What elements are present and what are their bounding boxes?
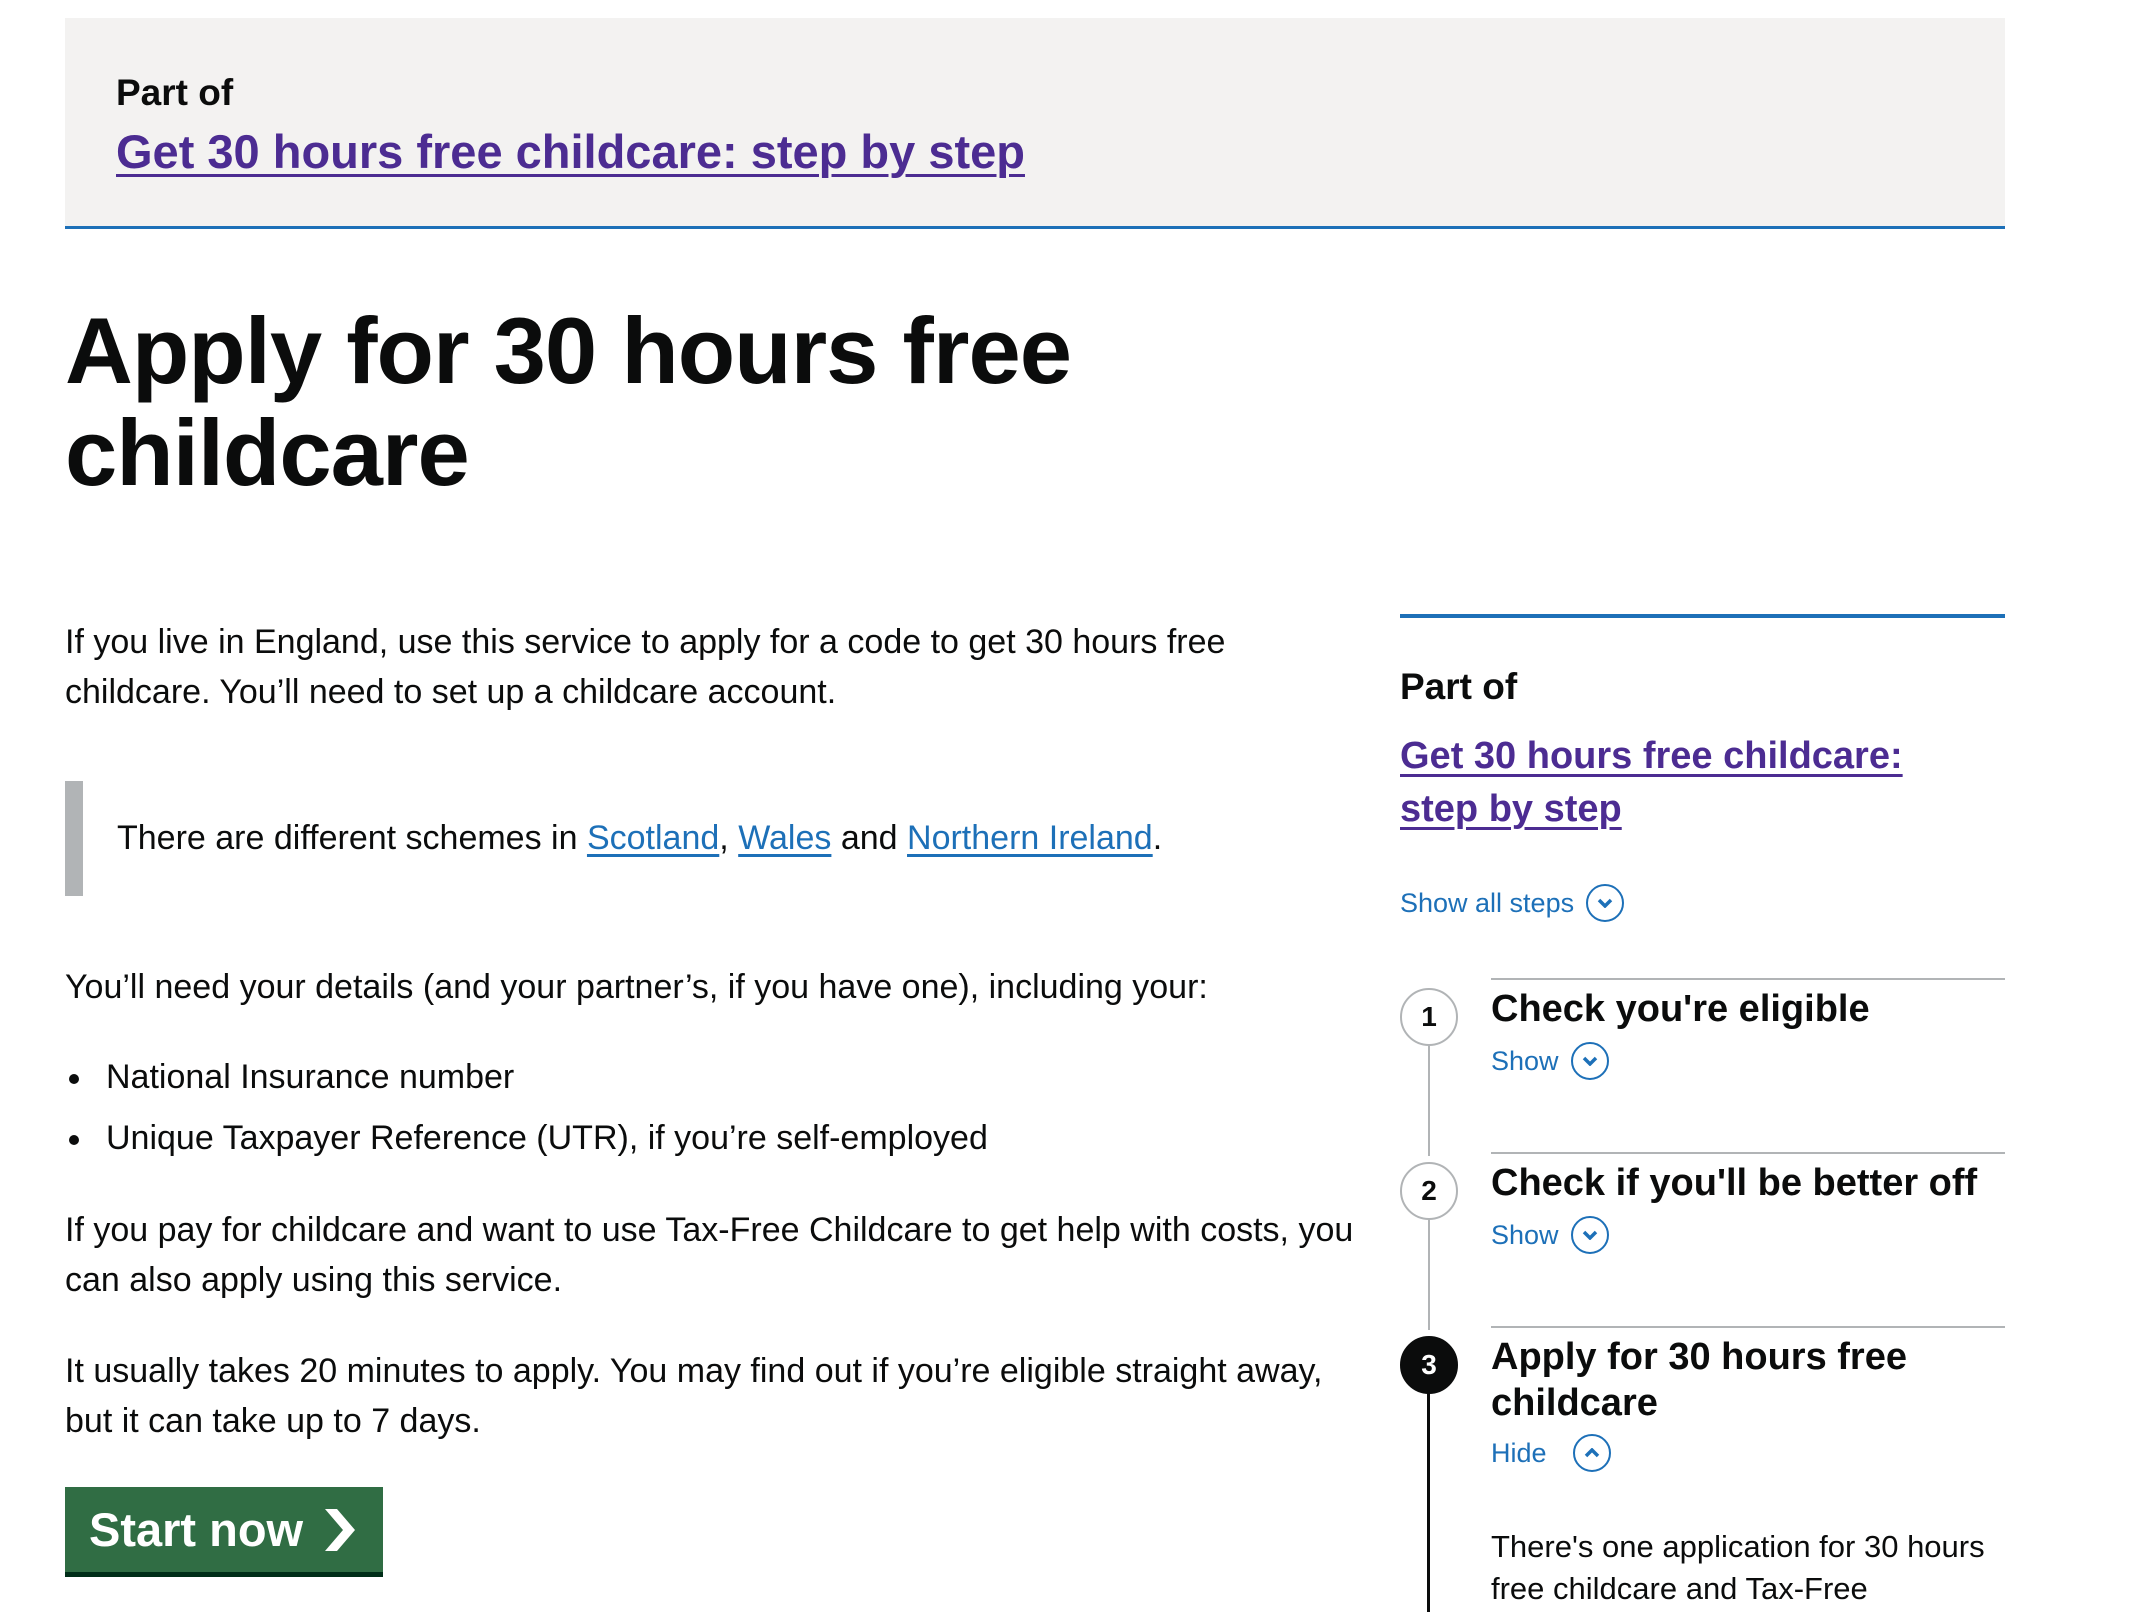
- step-divider: [1491, 1152, 2005, 1154]
- step-connector-line-active: [1427, 1392, 1430, 1612]
- step-toggle-label: Show: [1491, 1219, 1559, 1250]
- list-item: Unique Taxpayer Reference (UTR), if you’…: [65, 1113, 988, 1174]
- bullet-icon: [69, 1135, 79, 1145]
- show-all-steps-label: Show all steps: [1400, 887, 1575, 918]
- scotland-link[interactable]: Scotland: [587, 819, 719, 857]
- bullet-icon: [69, 1074, 79, 1084]
- timing-paragraph: It usually takes 20 minutes to apply. Yo…: [65, 1352, 1323, 1440]
- start-now-label: Start now: [89, 1503, 304, 1556]
- inset-suffix: .: [1152, 819, 1163, 857]
- details-list: National Insurance number Unique Taxpaye…: [65, 1052, 988, 1174]
- wales-link[interactable]: Wales: [738, 819, 831, 857]
- chevron-right-icon: [325, 1508, 356, 1551]
- northern-ireland-link[interactable]: Northern Ireland: [907, 819, 1153, 857]
- tax-free-paragraph: If you pay for childcare and want to use…: [65, 1211, 1354, 1299]
- list-item-text: Unique Taxpayer Reference (UTR), if you’…: [106, 1119, 988, 1157]
- step-3-description: There's one application for 30 hours fre…: [1491, 1529, 1985, 1606]
- banner-step-by-step-link[interactable]: Get 30 hours free childcare: step by ste…: [116, 124, 1025, 179]
- step-toggle-label: Show: [1491, 1045, 1559, 1076]
- chevron-up-icon: [1572, 1434, 1611, 1472]
- sidebar-part-of-label: Part of: [1400, 666, 1518, 707]
- chevron-down-icon: [1570, 1216, 1609, 1254]
- list-item-text: National Insurance number: [106, 1058, 515, 1096]
- step-divider: [1491, 978, 2005, 980]
- start-now-button[interactable]: Start now: [65, 1487, 383, 1572]
- sidebar-step-by-step-link[interactable]: Get 30 hours free childcare: step by ste…: [1400, 730, 1990, 836]
- chevron-down-icon: [1586, 884, 1625, 922]
- step-1-show-button[interactable]: Show: [1491, 1042, 1609, 1080]
- inset-separator: and: [831, 819, 908, 857]
- step-connector-line: [1428, 1044, 1430, 1156]
- step-by-step-banner: Part of Get 30 hours free childcare: ste…: [65, 18, 2005, 229]
- chevron-down-icon: [1570, 1042, 1609, 1080]
- details-intro: You’ll need your details (and your partn…: [65, 968, 1208, 1006]
- step-title[interactable]: Apply for 30 hours free childcare: [1491, 1334, 2001, 1426]
- show-all-steps-button[interactable]: Show all steps: [1400, 884, 1625, 922]
- inset-text: There are different schemes in Scotland,…: [65, 781, 1283, 896]
- list-item: National Insurance number: [65, 1052, 988, 1113]
- step-number-circle-active: 3: [1400, 1336, 1458, 1394]
- step-toggle-label: Hide: [1491, 1437, 1547, 1468]
- step-number-circle: 2: [1400, 1162, 1458, 1220]
- inset-separator: ,: [719, 819, 739, 857]
- inset-prefix: There are different schemes in: [117, 819, 587, 857]
- step-3-hide-button[interactable]: Hide: [1491, 1434, 1611, 1472]
- banner-part-of-label: Part of: [116, 72, 234, 113]
- step-by-step-sidebar: Part of Get 30 hours free childcare: ste…: [1400, 614, 2005, 1612]
- step-2-show-button[interactable]: Show: [1491, 1216, 1609, 1254]
- step-number-circle: 1: [1400, 988, 1458, 1046]
- step-title[interactable]: Check if you'll be better off: [1491, 1160, 2001, 1206]
- page-title: Apply for 30 hours free childcare: [65, 298, 1072, 505]
- intro-paragraph: If you live in England, use this service…: [65, 623, 1226, 711]
- step-divider: [1491, 1326, 2005, 1328]
- step-title[interactable]: Check you're eligible: [1491, 986, 2001, 1032]
- step-connector-line: [1428, 1218, 1430, 1330]
